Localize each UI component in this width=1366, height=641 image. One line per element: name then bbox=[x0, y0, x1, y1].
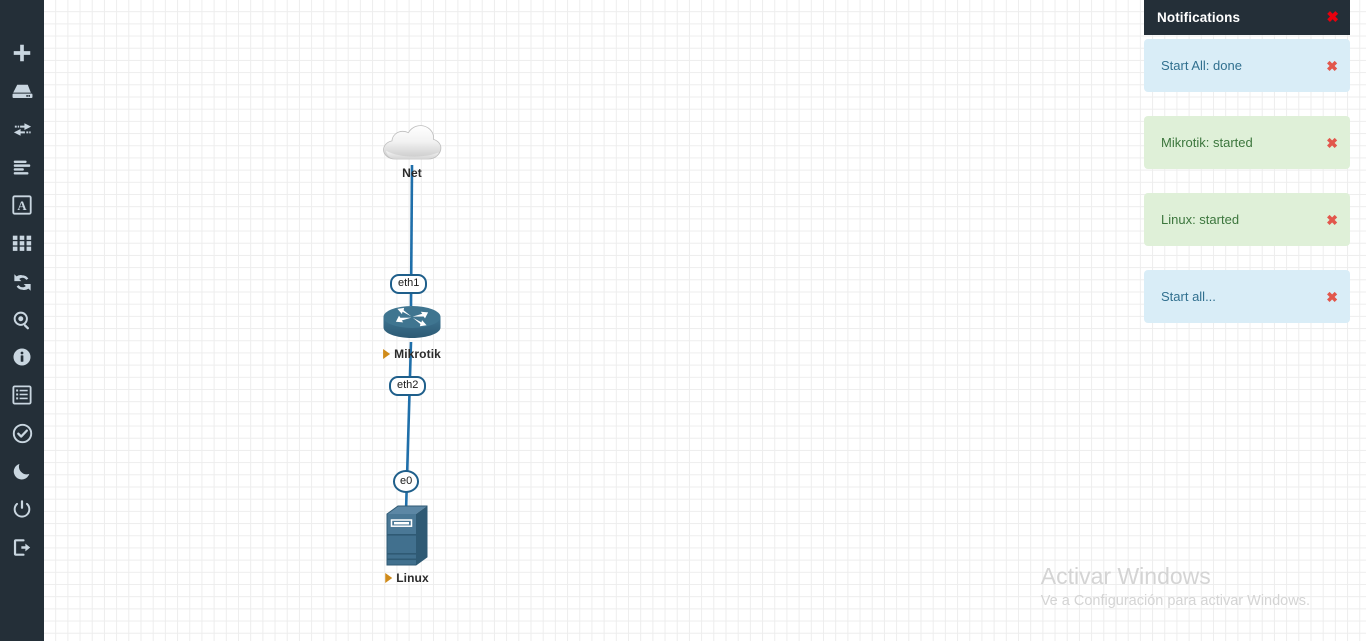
sidebar-item-add-network[interactable] bbox=[0, 72, 44, 110]
cloud-icon bbox=[378, 119, 446, 169]
logout-icon bbox=[11, 536, 34, 559]
sidebar-item-log-out[interactable] bbox=[0, 528, 44, 566]
notification-item[interactable]: Start all... ✖ bbox=[1144, 270, 1350, 323]
notifications-title: Notifications bbox=[1157, 10, 1241, 25]
node-net[interactable]: Net bbox=[378, 119, 446, 180]
dismiss-notification-icon[interactable]: ✖ bbox=[1326, 213, 1338, 227]
node-label-mikrotik: Mikrotik bbox=[383, 347, 441, 361]
left-toolbar: A bbox=[0, 0, 44, 641]
notifications-panel: Notifications ✖ Start All: done ✖ Mikrot… bbox=[1144, 0, 1350, 347]
check-circle-icon bbox=[11, 422, 34, 445]
notification-message: Start all... bbox=[1161, 288, 1216, 304]
sidebar-item-text[interactable] bbox=[0, 148, 44, 186]
list-box-icon bbox=[11, 384, 33, 406]
node-label-net: Net bbox=[402, 166, 422, 180]
exchange-icon bbox=[11, 118, 34, 141]
sidebar-item-add-node[interactable] bbox=[0, 34, 44, 72]
notification-item[interactable]: Linux: started ✖ bbox=[1144, 193, 1350, 246]
notifications-header: Notifications ✖ bbox=[1144, 0, 1350, 35]
zoom-in-icon bbox=[11, 309, 34, 332]
sidebar-item-status[interactable] bbox=[0, 338, 44, 376]
server-icon bbox=[11, 80, 34, 103]
notification-message: Mikrotik: started bbox=[1161, 134, 1253, 150]
interface-label-eth2[interactable]: eth2 bbox=[389, 376, 427, 396]
sidebar-item-add-link[interactable] bbox=[0, 110, 44, 148]
notification-message: Linux: started bbox=[1161, 211, 1240, 227]
sidebar-item-logs[interactable] bbox=[0, 376, 44, 414]
refresh-icon bbox=[11, 271, 34, 294]
watermark-title: Activar Windows bbox=[1040, 563, 1211, 589]
text-box-icon: A bbox=[11, 194, 33, 216]
close-notifications-panel-icon[interactable]: ✖ bbox=[1326, 10, 1339, 25]
watermark-subtitle: Ve a Configuración para activar Windows. bbox=[1040, 593, 1310, 609]
node-mikrotik[interactable]: Mikrotik bbox=[382, 303, 442, 361]
node-linux[interactable]: Linux bbox=[381, 503, 433, 585]
dismiss-notification-icon[interactable]: ✖ bbox=[1326, 136, 1338, 150]
sidebar-item-zoom[interactable] bbox=[0, 301, 44, 339]
sidebar-item-add-text-object[interactable]: A bbox=[0, 186, 44, 224]
eve-ng-topology-app: A Net Mikrotik Linux eth1 eth2 e0 Activa… bbox=[0, 0, 1366, 641]
sidebar-item-power[interactable] bbox=[0, 490, 44, 528]
svg-text:A: A bbox=[17, 199, 27, 213]
interface-label-eth1[interactable]: eth1 bbox=[390, 274, 428, 294]
align-left-icon bbox=[11, 156, 33, 178]
notifications-list: Start All: done ✖ Mikrotik: started ✖ Li… bbox=[1144, 39, 1350, 323]
info-circle-icon bbox=[11, 346, 33, 368]
power-icon bbox=[11, 498, 33, 520]
moon-icon bbox=[11, 460, 33, 482]
plus-icon bbox=[11, 42, 33, 64]
router-icon bbox=[382, 303, 442, 348]
notification-item[interactable]: Start All: done ✖ bbox=[1144, 39, 1350, 92]
node-label-linux: Linux bbox=[385, 571, 429, 585]
interface-label-e0[interactable]: e0 bbox=[393, 470, 420, 493]
notification-item[interactable]: Mikrotik: started ✖ bbox=[1144, 116, 1350, 169]
sidebar-item-start-all[interactable] bbox=[0, 414, 44, 452]
dismiss-notification-icon[interactable]: ✖ bbox=[1326, 290, 1338, 304]
running-indicator-icon bbox=[383, 348, 391, 359]
sidebar-item-night-mode[interactable] bbox=[0, 452, 44, 490]
sidebar-item-grid[interactable] bbox=[0, 224, 44, 262]
sidebar-item-refresh[interactable] bbox=[0, 263, 44, 301]
dismiss-notification-icon[interactable]: ✖ bbox=[1326, 59, 1338, 73]
grid-icon bbox=[11, 232, 33, 254]
notification-message: Start All: done bbox=[1161, 57, 1242, 73]
windows-activation-watermark: Activar Windows Ve a Configuración para … bbox=[1041, 561, 1310, 611]
running-indicator-icon bbox=[385, 572, 393, 583]
server-tower-icon bbox=[381, 503, 433, 576]
